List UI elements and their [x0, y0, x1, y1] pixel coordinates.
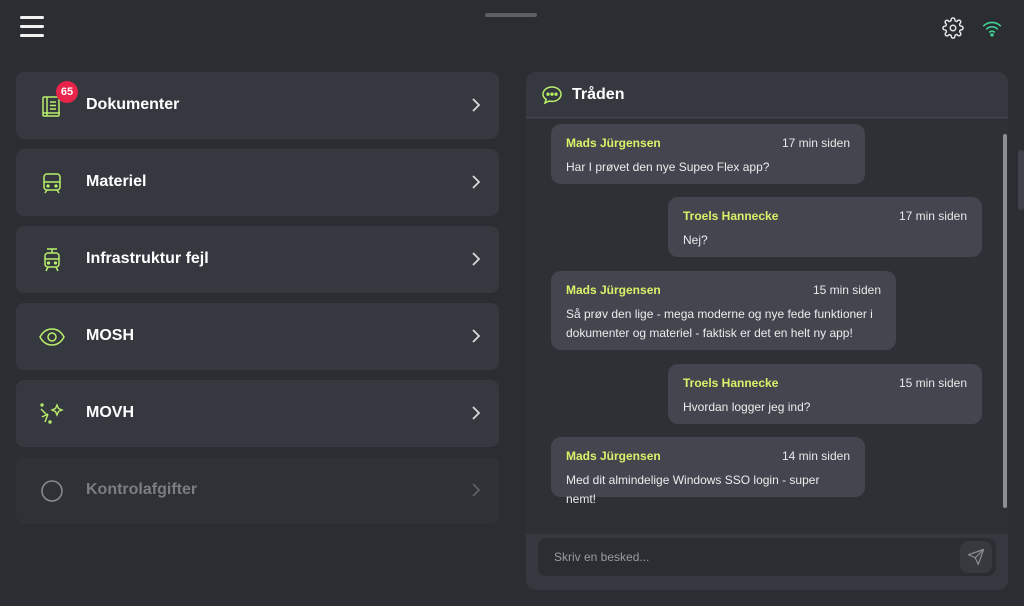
chevron-right-icon — [472, 252, 481, 266]
menu-item-label: Dokumenter — [86, 96, 180, 113]
message-time: 17 min siden — [898, 209, 967, 223]
circle-icon — [41, 480, 63, 502]
eye-icon — [39, 328, 65, 346]
message-text: Så prøv den lige - mega moderne og nye f… — [566, 307, 873, 340]
message-bubble: Troels Hannecke 17 min siden Nej? — [668, 197, 982, 257]
thread-panel: Tråden Mads Jürgensen 17 min siden Har I… — [526, 72, 1008, 590]
message-text: Nej? — [683, 233, 708, 247]
chevron-right-icon — [472, 406, 481, 420]
message-time: 17 min siden — [781, 136, 850, 150]
gear-icon[interactable] — [942, 17, 964, 39]
menu-item-label: Kontrolafgifter — [86, 481, 198, 498]
menu-item-label: Materiel — [86, 173, 147, 190]
page-scrollbar[interactable] — [1018, 150, 1024, 210]
thread-header: Tråden — [526, 72, 1008, 118]
menu-item-label: Infrastruktur fejl — [86, 250, 209, 267]
message-list[interactable]: Mads Jürgensen 17 min siden Har I prøvet… — [526, 119, 1008, 534]
message-bubble: Mads Jürgensen 17 min siden Har I prøvet… — [551, 124, 865, 184]
main-menu: 65 Dokumenter Materiel Infrastruktur fej… — [16, 72, 499, 534]
train-icon — [43, 173, 61, 194]
chat-bubble-icon — [542, 86, 562, 105]
notification-badge: 65 — [56, 81, 78, 103]
sparkle-icon — [40, 403, 64, 424]
chevron-right-icon — [472, 483, 481, 497]
chevron-right-icon — [472, 329, 481, 343]
tram-icon — [44, 248, 60, 272]
drag-handle[interactable] — [485, 13, 537, 17]
message-time: 15 min siden — [898, 376, 967, 390]
message-bubble: Mads Jürgensen 15 min siden Så prøv den … — [551, 271, 896, 350]
menu-item-kontrolafgifter: Kontrolafgifter — [16, 457, 499, 524]
message-text: Har I prøvet den nye Supeo Flex app? — [566, 160, 770, 174]
chevron-right-icon — [472, 175, 481, 189]
menu-item-materiel[interactable]: Materiel — [16, 149, 499, 216]
message-text: Med dit almindelige Windows SSO login - … — [566, 473, 820, 506]
send-button[interactable] — [960, 541, 992, 573]
hamburger-menu-icon[interactable] — [20, 16, 44, 37]
chevron-right-icon — [472, 98, 481, 112]
top-bar — [0, 0, 1024, 56]
message-time: 14 min siden — [781, 449, 850, 463]
menu-item-dokumenter[interactable]: 65 Dokumenter — [16, 72, 499, 139]
menu-item-movh[interactable]: MOVH — [16, 380, 499, 447]
message-bubble: Mads Jürgensen 14 min siden Med dit almi… — [551, 437, 865, 506]
message-input[interactable] — [538, 538, 958, 576]
message-scrollbar[interactable] — [1003, 134, 1007, 508]
menu-item-label: MOVH — [86, 404, 134, 421]
message-composer — [538, 538, 996, 576]
message-bubble: Troels Hannecke 15 min siden Hvordan log… — [668, 364, 982, 424]
menu-item-infrastruktur-fejl[interactable]: Infrastruktur fejl — [16, 226, 499, 293]
menu-item-mosh[interactable]: MOSH — [16, 303, 499, 370]
message-time: 15 min siden — [812, 283, 881, 297]
thread-title: Tråden — [572, 86, 625, 103]
wifi-icon — [982, 21, 1002, 37]
send-icon — [967, 548, 985, 566]
message-text: Hvordan logger jeg ind? — [683, 400, 811, 414]
menu-item-label: MOSH — [86, 327, 134, 344]
